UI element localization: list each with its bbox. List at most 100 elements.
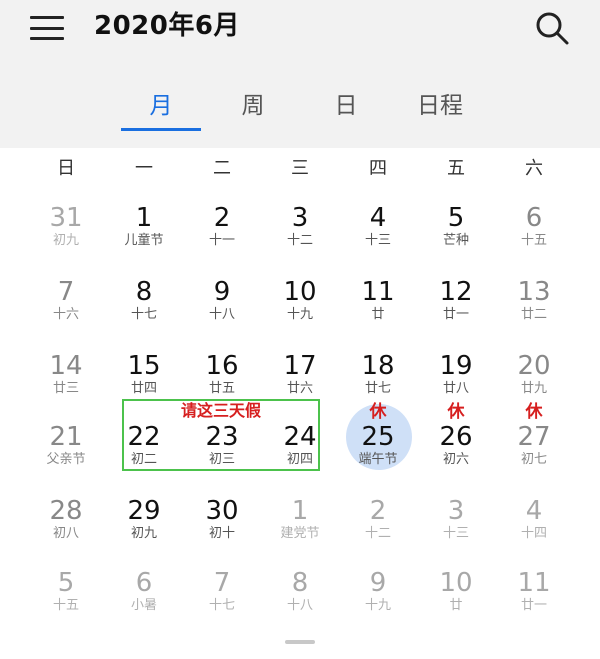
weekday-sun: 日 (57, 158, 75, 179)
day-cell[interactable]: 4 十三 (339, 203, 417, 267)
day-cell[interactable]: 30 初十 (183, 496, 261, 560)
day-cell[interactable]: 8 十八 (261, 568, 339, 632)
day-cell[interactable]: 10 廿 (417, 568, 495, 632)
weekday-mon: 一 (135, 158, 153, 179)
day-cell[interactable]: 10 十九 (261, 277, 339, 341)
lunar-label: 十三 (442, 526, 469, 541)
day-cell[interactable]: 12 廿一 (417, 277, 495, 341)
day-number: 13 (517, 277, 551, 307)
day-cell[interactable]: 5 十五 (27, 568, 105, 632)
day-cell[interactable]: 26 初六 (417, 422, 495, 486)
day-cell[interactable]: 29 初九 (105, 496, 183, 560)
day-number: 27 (517, 422, 551, 452)
month-title[interactable]: 2020年6月 (94, 8, 240, 44)
day-number: 20 (517, 351, 551, 381)
lunar-label: 廿二 (520, 307, 547, 322)
day-cell[interactable]: 5 芒种 (417, 203, 495, 267)
day-cell[interactable]: 7 十七 (183, 568, 261, 632)
day-cell[interactable]: 11 廿 (339, 277, 417, 341)
home-indicator (285, 640, 315, 644)
day-number: 30 (205, 496, 239, 526)
weekday-thu: 四 (369, 158, 387, 179)
day-number: 14 (49, 351, 83, 381)
lunar-label: 廿一 (520, 598, 547, 613)
lunar-label: 十一 (208, 233, 235, 248)
lunar-label: 十七 (208, 598, 235, 613)
day-number: 29 (127, 496, 161, 526)
day-cell[interactable]: 3 十三 (417, 496, 495, 560)
weekday-header: 日 一 二 三 四 五 六 (0, 152, 600, 186)
day-number: 16 (205, 351, 239, 381)
day-cell[interactable]: 31 初九 (27, 203, 105, 267)
lunar-label: 十八 (208, 307, 235, 322)
day-cell[interactable]: 4 十四 (495, 496, 573, 560)
day-cell[interactable]: 13 廿二 (495, 277, 573, 341)
lunar-label: 建党节 (280, 526, 320, 541)
lunar-label: 初十 (208, 526, 235, 541)
lunar-label: 廿一 (442, 307, 469, 322)
lunar-label: 初七 (520, 452, 547, 467)
weekday-fri: 五 (447, 158, 465, 179)
lunar-label: 十五 (520, 233, 547, 248)
day-cell[interactable]: 21 父亲节 (27, 422, 105, 486)
day-cell[interactable]: 8 十七 (105, 277, 183, 341)
lunar-label: 十六 (52, 307, 79, 322)
day-number: 10 (439, 568, 473, 598)
day-number: 17 (283, 351, 317, 381)
day-number: 19 (439, 351, 473, 381)
day-cell[interactable]: 1 建党节 (261, 496, 339, 560)
view-tabs: 月 周 日 日程 (0, 86, 600, 134)
day-number: 11 (361, 277, 395, 307)
day-number: 5 (447, 203, 465, 233)
day-number: 15 (127, 351, 161, 381)
lunar-label: 小暑 (130, 598, 157, 613)
lunar-label: 十三 (364, 233, 391, 248)
search-icon[interactable] (534, 10, 570, 46)
day-cell[interactable]: 9 十九 (339, 568, 417, 632)
day-cell[interactable]: 11 廿一 (495, 568, 573, 632)
rest-mark-sat: 休 (525, 402, 543, 422)
day-cell[interactable]: 25 端午节 (339, 422, 417, 486)
day-number: 6 (135, 568, 153, 598)
day-number: 6 (525, 203, 543, 233)
leave-request-label: 请这三天假 (180, 401, 261, 420)
lunar-label: 十九 (364, 598, 391, 613)
day-number: 1 (291, 496, 309, 526)
lunar-label: 廿 (371, 307, 385, 322)
day-cell[interactable]: 2 十二 (339, 496, 417, 560)
day-number: 4 (369, 203, 387, 233)
day-number: 7 (213, 568, 231, 598)
lunar-label: 廿五 (208, 381, 235, 396)
menu-icon[interactable] (30, 14, 64, 42)
lunar-label: 廿六 (286, 381, 313, 396)
weekday-sat: 六 (525, 158, 543, 179)
day-number: 18 (361, 351, 395, 381)
tab-week[interactable]: 周 (213, 86, 293, 126)
day-number: 4 (525, 496, 543, 526)
day-number: 3 (291, 203, 309, 233)
rest-mark-thu: 休 (369, 402, 387, 422)
day-number: 21 (49, 422, 83, 452)
day-number: 25 (361, 422, 395, 452)
day-cell[interactable]: 7 十六 (27, 277, 105, 341)
lunar-label: 十九 (286, 307, 313, 322)
tab-month[interactable]: 月 (121, 86, 201, 126)
day-cell[interactable]: 27 初七 (495, 422, 573, 486)
day-cell[interactable]: 1 儿童节 (105, 203, 183, 267)
day-cell[interactable]: 9 十八 (183, 277, 261, 341)
day-cell[interactable]: 6 小暑 (105, 568, 183, 632)
lunar-label: 廿七 (364, 381, 391, 396)
tab-schedule[interactable]: 日程 (400, 86, 480, 126)
lunar-label: 父亲节 (46, 452, 86, 467)
tab-day[interactable]: 日 (306, 86, 386, 126)
day-number: 12 (439, 277, 473, 307)
day-number: 31 (49, 203, 83, 233)
day-number: 8 (291, 568, 309, 598)
lunar-label: 十五 (52, 598, 79, 613)
lunar-label: 初六 (442, 452, 469, 467)
day-cell[interactable]: 6 十五 (495, 203, 573, 267)
day-cell[interactable]: 14 廿三 (27, 351, 105, 415)
day-cell[interactable]: 28 初八 (27, 496, 105, 560)
day-cell[interactable]: 2 十一 (183, 203, 261, 267)
day-cell[interactable]: 3 十二 (261, 203, 339, 267)
